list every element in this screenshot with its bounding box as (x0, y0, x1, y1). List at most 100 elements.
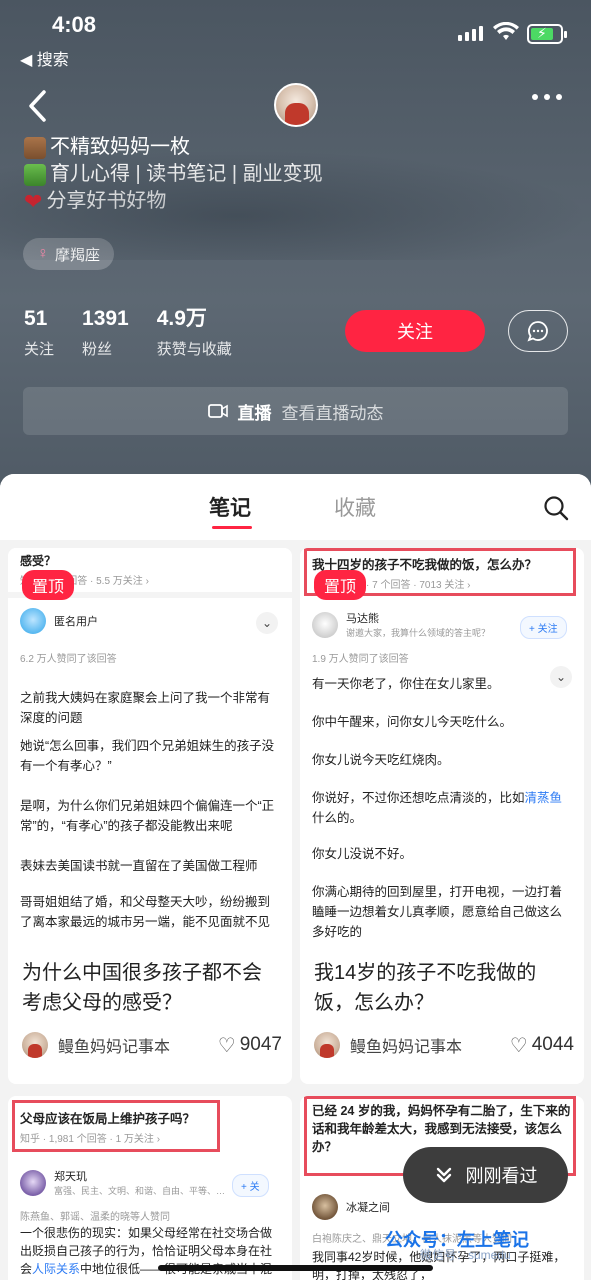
bio-line-1: 不精致妈妈一枚 (50, 136, 190, 158)
stat-followers-label: 粉丝 (82, 341, 113, 358)
heart-icon: ❤ (24, 188, 43, 214)
stat-likes-label: 获赞与收藏 (156, 341, 232, 358)
note-card[interactable]: 父母应该在饭局上维护孩子吗？ 知乎 · 1,981 个回答 · 1 万关注 › … (8, 1096, 292, 1280)
zodiac-tag-label: 摩羯座 (55, 246, 101, 264)
cover-question: 父母应该在饭局上维护孩子吗？ (20, 1112, 196, 1126)
answer-user-name: 郑天玑 (54, 1171, 87, 1183)
anonymous-avatar (20, 608, 46, 634)
answer-user: 匿名用户 (20, 608, 98, 634)
answer-user-name: 匿名用户 (54, 616, 98, 628)
status-bar: 4:08 ◀ 搜索 ⚡ (0, 0, 591, 69)
note-card[interactable]: 我十四岁的孩子不吃我做的饭，怎么办？ · 7 个回答 · 7013 关注 › 置… (300, 548, 584, 1084)
author-avatar (314, 1032, 340, 1058)
search-link[interactable]: 人际关系 (32, 1262, 80, 1276)
profile-tabs: 笔记 收藏 (0, 474, 591, 540)
author-name[interactable]: 鳗鱼妈妈记事本 (350, 1033, 510, 1057)
upvote-count: 6.2 万人赞同了该回答 (20, 654, 117, 665)
answer-user-bio: 富强、民主、文明、和谐、自由、平等、… (54, 1186, 226, 1196)
author-name[interactable]: 鳗鱼妈妈记事本 (58, 1033, 218, 1057)
search-icon[interactable] (543, 495, 569, 521)
user-avatar (312, 1194, 338, 1220)
cover-meta: 知乎 · 1,981 个回答 · 1 万关注 › (20, 1134, 161, 1145)
note-cover-screenshot: 我十四岁的孩子不吃我做的饭，怎么办？ · 7 个回答 · 7013 关注 › 置… (300, 548, 584, 943)
note-title: 为什么中国很多孩子都不会考虑父母的感受？ (22, 962, 262, 1014)
zodiac-tag: ♀ 摩羯座 (23, 238, 115, 270)
bio-line-2: 育儿心得 | 读书笔记 | 副业变现 (50, 163, 323, 185)
profile-bio: 不精致妈妈一枚 育儿心得 | 读书笔记 | 副业变现 ❤ 分享好书好物 (24, 134, 323, 215)
follow-button[interactable]: 关注 (345, 310, 485, 352)
author-avatar (22, 1032, 48, 1058)
answer-para: 哥哥姐姐结了婚，和父母整天大吵，纷纷搬到了离本家最远的城市另一端，能不见面就不见 (20, 895, 271, 929)
stat-followers-num: 1391 (82, 307, 129, 330)
search-link[interactable]: 清蒸鱼 (525, 791, 563, 805)
chevron-down-icon[interactable]: ⌄ (256, 612, 278, 634)
answer-para: 之前我大姨妈在家庭聚会上问了我一个非常有深度的问题 (20, 691, 271, 725)
chat-bubble-icon (527, 321, 548, 342)
stat-following[interactable]: 51 关注 (24, 306, 54, 359)
answer-para-text: 什么的。 (312, 811, 363, 825)
answer-para: 你女儿没说不好。 (312, 847, 413, 861)
answer-user-bio: 谢邀大家，我算什么领域的答主呢？ (346, 628, 491, 638)
answer-para: 有一天你老了，你住在女儿家里。 (312, 677, 500, 691)
profile-header: 4:08 ◀ 搜索 ⚡ 不精致妈妈一枚 育儿心得 | 读书笔记 | 副业变现 ❤… (0, 0, 591, 500)
handbag-icon (24, 136, 46, 159)
home-indicator[interactable] (158, 1265, 433, 1271)
like-count: 9047 (239, 1034, 282, 1055)
heart-outline-icon[interactable]: ♡ (510, 1033, 528, 1058)
answer-para: 你说好，不过你还想吃点清淡的，比如清蒸鱼什么的。 (312, 788, 574, 828)
message-button[interactable] (508, 310, 568, 352)
answer-para: 你中午醒来，问你女儿今天吃什么。 (312, 715, 513, 729)
answer-user-name: 冰凝之间 (346, 1202, 390, 1214)
live-stream-bar[interactable]: 直播 查看直播动态 (23, 387, 568, 435)
tab-collect[interactable]: 收藏 (334, 492, 376, 522)
upvote-count: 陈燕鱼、郭谣、温柔的晓等人赞同 (20, 1212, 170, 1223)
female-icon: ♀ (37, 245, 49, 262)
answer-para: 你女儿说今天吃红烧肉。 (312, 753, 450, 767)
cellular-signal-icon (458, 26, 483, 41)
answer-para: 她说“怎么回事，我们四个兄弟姐妹生的孩子没有一个有孝心？” (20, 739, 275, 773)
answer-para: 表妹去美国读书就一直留在了美国做工程师 (20, 859, 258, 873)
avatar[interactable] (274, 83, 318, 127)
back-arrow-icon[interactable] (24, 88, 52, 124)
watermark-sub: 微信号：sumedu (420, 1248, 511, 1262)
battery-icon: ⚡ (527, 24, 567, 44)
pinned-badge: 置顶 (314, 570, 367, 600)
answer-user: 冰凝之间 (312, 1194, 390, 1220)
double-chevron-down-icon (436, 1167, 451, 1183)
upvote-count: 1.9 万人赞同了该回答 (312, 654, 409, 665)
answer-para: 是啊，为什么你们兄弟姐妹四个偏偏连一个“正常”的，“有孝心”的孩子都没能教出来呢 (20, 799, 275, 833)
follow-answerer-button[interactable]: + 关注 (520, 616, 567, 639)
answer-para-text: 你说好，不过你还想吃点清淡的，比如 (312, 791, 525, 805)
wifi-icon (493, 22, 519, 40)
bio-line-3: 分享好书好物 (46, 190, 167, 212)
like-count: 4044 (531, 1034, 574, 1055)
answer-user: 郑天玑 富强、民主、文明、和谐、自由、平等、… (20, 1168, 225, 1197)
answer-user-name: 马达熊 (346, 613, 379, 625)
answer-para: 一个很悲伤的现实：如果父母经常在社交场合做出贬损自己孩子的行为，恰恰证明父母本身… (20, 1224, 282, 1280)
stat-following-num: 51 (24, 307, 48, 330)
stat-following-label: 关注 (24, 341, 55, 358)
cover-question-tail: 感受？ (20, 554, 57, 568)
user-avatar (20, 1169, 46, 1196)
note-footer: 鳗鱼妈妈记事本 ♡ 9047 (22, 1030, 282, 1060)
live-sub: 查看直播动态 (281, 403, 384, 423)
back-to-search-link[interactable]: ◀ 搜索 (20, 46, 69, 70)
heart-outline-icon[interactable]: ♡ (218, 1033, 236, 1058)
stat-followers[interactable]: 1391 粉丝 (82, 306, 129, 359)
book-icon (24, 163, 46, 186)
recently-viewed-button[interactable]: 刚刚看过 (403, 1147, 568, 1203)
status-time: 4:08 (52, 12, 97, 37)
answer-user: 马达熊 谢邀大家，我算什么领域的答主呢？ (312, 610, 490, 639)
pinned-badge: 置顶 (22, 570, 75, 600)
follow-answerer-button[interactable]: + 关 (232, 1174, 269, 1197)
tab-notes[interactable]: 笔记 (209, 492, 251, 522)
note-footer: 鳗鱼妈妈记事本 ♡ 4044 (314, 1030, 574, 1060)
profile-stats: 51 关注 1391 粉丝 4.9万 获赞与收藏 (24, 306, 232, 359)
cover-meta: · 7 个回答 · 7013 关注 › (366, 580, 471, 591)
more-options-icon[interactable] (532, 94, 562, 100)
answer-para: 你满心期待的回到屋里，打开电视，一边打着瞌睡一边想着女儿真孝顺，愿意给自己做这么… (312, 885, 563, 939)
stat-likes[interactable]: 4.9万 获赞与收藏 (157, 306, 232, 359)
video-camera-icon (207, 404, 228, 418)
live-label: 直播 (237, 403, 272, 423)
note-card[interactable]: 感受？ 知乎 · 3 个回答 · 5.5 万关注 › 置顶 匿名用户 ⌄ 6.2… (8, 548, 292, 1084)
